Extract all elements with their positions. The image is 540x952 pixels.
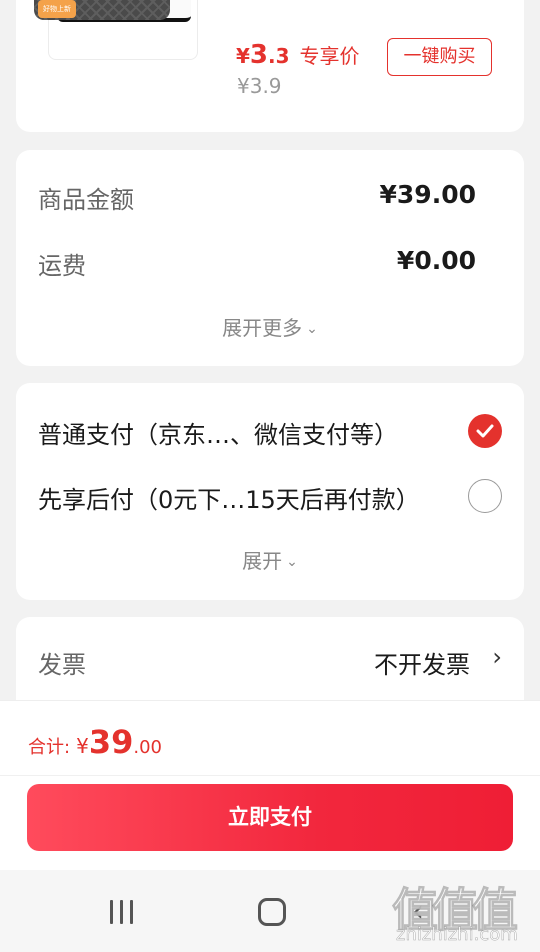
product-badge: 好物上新 <box>38 0 76 18</box>
product-image-top: 好物上新 <box>34 0 170 20</box>
total-symbol: ¥ <box>76 734 89 758</box>
payment-method-card: 普通支付（京东…、微信支付等） 先享后付（0元下…15天后再付款） 展开 ⌄ <box>16 383 524 600</box>
price-symbol: ¥ <box>236 44 250 68</box>
expand-payment-button[interactable]: 展开 ⌄ <box>16 545 524 574</box>
payment-option-standard[interactable]: 普通支付（京东…、微信支付等） <box>38 415 398 450</box>
expand-more-label: 展开更多 <box>222 316 303 340</box>
shipping-label: 运费 <box>38 252 86 280</box>
pay-now-button[interactable]: 立即支付 <box>27 784 513 851</box>
order-total: 合计: ¥ 39 .00 <box>28 723 162 761</box>
chevron-down-icon: ⌄ <box>306 321 318 337</box>
home-icon[interactable] <box>258 898 286 926</box>
total-label: 合计: <box>28 737 71 758</box>
payment-option-pay-later[interactable]: 先享后付（0元下…15天后再付款） <box>38 480 420 515</box>
recent-apps-icon[interactable] <box>108 900 136 924</box>
goods-amount-value: ¥39.00 <box>379 180 476 209</box>
original-price: ¥3.9 <box>237 74 282 98</box>
price-integer: 3 <box>249 40 269 70</box>
radio-checked-icon[interactable] <box>468 414 502 448</box>
one-click-buy-button[interactable]: 一键购买 <box>387 38 492 76</box>
checkout-bar: 合计: ¥ 39 .00 立即支付 <box>0 700 540 870</box>
amount-summary-card: 商品金额 ¥39.00 运费 ¥0.00 展开更多 ⌄ <box>16 150 524 366</box>
chevron-down-icon: ⌄ <box>286 554 298 570</box>
expand-payment-label: 展开 <box>242 549 283 573</box>
chevron-right-icon: › <box>492 643 502 671</box>
price-decimal: .3 <box>268 44 290 68</box>
price-tag: 专享价 <box>299 44 360 68</box>
expand-more-button[interactable]: 展开更多 ⌄ <box>16 312 524 341</box>
divider <box>0 775 540 776</box>
shipping-value: ¥0.00 <box>396 246 476 275</box>
total-integer: 39 <box>88 723 134 761</box>
check-icon <box>476 424 494 438</box>
promo-price: ¥ 3 .3 专享价 <box>236 40 360 70</box>
watermark-site: zhizhizhi.com <box>396 924 518 946</box>
invoice-value: 不开发票 <box>374 651 470 679</box>
total-decimal: .00 <box>133 737 162 758</box>
goods-amount-label: 商品金额 <box>38 186 134 214</box>
site-watermark: 值值值 zhizhizhi.com <box>390 872 540 952</box>
invoice-label: 发票 <box>38 651 86 679</box>
radio-unchecked-icon[interactable] <box>468 479 502 513</box>
